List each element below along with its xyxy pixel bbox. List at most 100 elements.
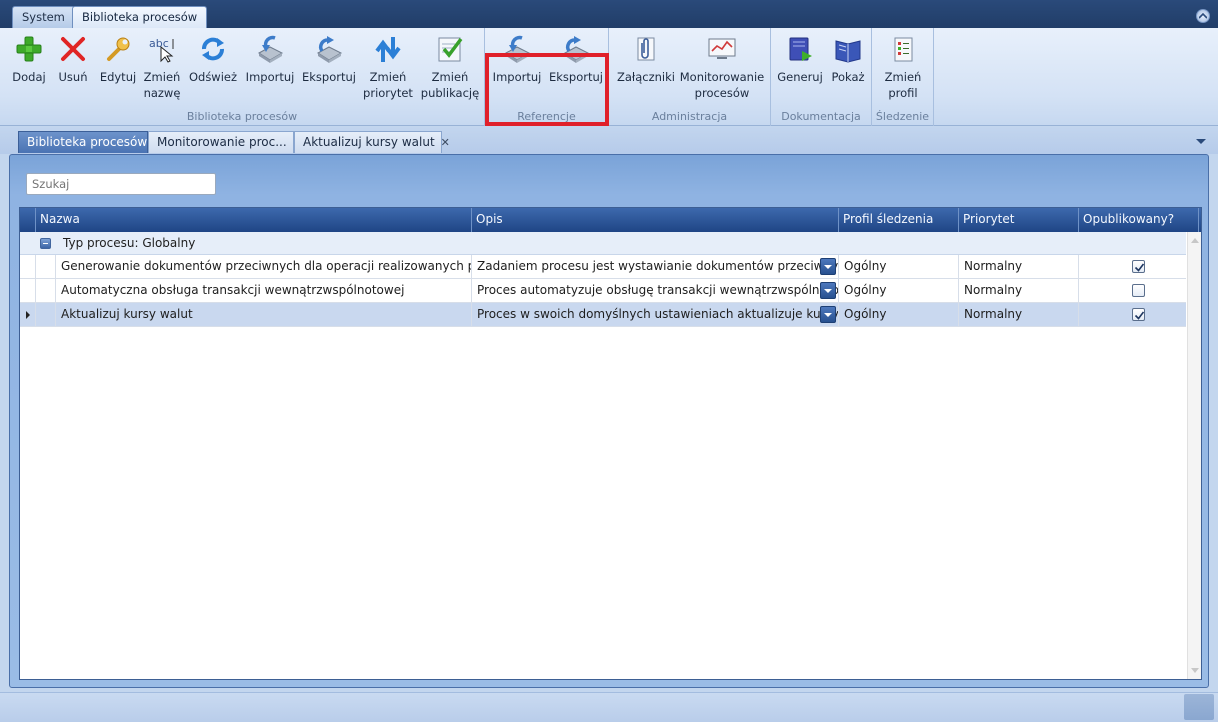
edit-button-label: Edytuj bbox=[99, 70, 137, 84]
add-button-label: Dodaj bbox=[12, 70, 46, 84]
doc-tab-process-monitoring[interactable]: Monitorowanie proc...✕ bbox=[148, 131, 302, 153]
svg-text:abc: abc bbox=[149, 37, 169, 50]
cell-tracking-profile: Ogólny bbox=[839, 303, 959, 327]
checkmark-icon bbox=[1134, 263, 1145, 272]
process-monitoring-button-label: Monitorowanie procesów bbox=[679, 70, 765, 100]
column-header-tracking-profile[interactable]: Profil śledzenia bbox=[839, 208, 959, 232]
grid-header: Nazwa Opis Profil śledzenia Priorytet Op… bbox=[20, 208, 1201, 232]
app-tab-bar: System Biblioteka procesów bbox=[0, 0, 1218, 29]
row-selector[interactable] bbox=[20, 303, 36, 327]
ribbon-group-label: Dokumentacja bbox=[781, 110, 861, 123]
attachments-button-label: Załączniki bbox=[617, 70, 675, 84]
export-button-label: Eksportuj bbox=[302, 70, 356, 84]
process-grid: Nazwa Opis Profil śledzenia Priorytet Op… bbox=[19, 207, 1202, 680]
row-selector[interactable] bbox=[20, 255, 36, 279]
rename-button[interactable]: abc Zmień nazwę bbox=[141, 31, 183, 107]
group-row: Typ procesu: Globalny bbox=[20, 232, 1186, 255]
refresh-button-label: Odśwież bbox=[188, 70, 238, 84]
published-checkbox[interactable] bbox=[1132, 284, 1145, 297]
cell-priority: Normalny bbox=[959, 303, 1079, 327]
column-header-priority[interactable]: Priorytet bbox=[959, 208, 1079, 232]
chevron-up-icon bbox=[1199, 13, 1207, 19]
wrench-icon bbox=[107, 37, 130, 61]
rename-button-label: Zmień nazwę bbox=[143, 70, 181, 100]
current-row-arrow-icon bbox=[26, 311, 30, 319]
scroll-up-icon[interactable] bbox=[1191, 238, 1199, 243]
search-input[interactable] bbox=[26, 173, 216, 195]
description-dropdown-button[interactable] bbox=[820, 282, 836, 299]
doc-tab-label: Biblioteka procesów bbox=[27, 135, 148, 149]
cell-published bbox=[1079, 303, 1186, 327]
change-profile-button[interactable]: Zmień profil bbox=[880, 31, 926, 107]
import-icon bbox=[258, 35, 284, 63]
app-tab-system[interactable]: System bbox=[12, 6, 75, 28]
publish-check-icon bbox=[438, 37, 463, 62]
refresh-button[interactable]: Odśwież bbox=[188, 31, 238, 107]
column-header-published[interactable]: Opublikowany? bbox=[1079, 208, 1199, 232]
change-priority-button[interactable]: Zmień priorytet bbox=[362, 31, 414, 107]
show-button[interactable]: Pokaż bbox=[827, 31, 869, 107]
cell-name: Generowanie dokumentów przeciwnych dla o… bbox=[56, 255, 472, 279]
cell-name: Automatyczna obsługa transakcji wewnątrz… bbox=[56, 279, 472, 303]
process-monitoring-button[interactable]: Monitorowanie procesów bbox=[677, 31, 767, 107]
description-dropdown-button[interactable] bbox=[820, 258, 836, 275]
cell-description: Zadaniem procesu jest wystawianie dokume… bbox=[472, 255, 839, 279]
cell-description: Proces w swoich domyślnych ustawieniach … bbox=[472, 303, 839, 327]
generate-button[interactable]: Generuj bbox=[777, 31, 823, 107]
table-row[interactable]: Generowanie dokumentów przeciwnych dla o… bbox=[20, 255, 1186, 279]
delete-button-label: Usuń bbox=[58, 70, 88, 84]
published-checkbox[interactable] bbox=[1132, 308, 1145, 321]
edit-button[interactable]: Edytuj bbox=[96, 31, 140, 107]
cell-tracking-profile: Ogólny bbox=[839, 279, 959, 303]
header-row-selector bbox=[20, 208, 36, 232]
published-checkbox[interactable] bbox=[1132, 260, 1145, 273]
doc-tab-process-library[interactable]: Biblioteka procesów bbox=[18, 131, 148, 153]
cell-published bbox=[1079, 279, 1186, 303]
ribbon-group-process-library: Dodaj Usuń Edytuj abc Zmień nazwę Odświe… bbox=[0, 28, 485, 126]
monitor-chart-icon bbox=[708, 38, 736, 59]
cell-name: Aktualizuj kursy walut bbox=[56, 303, 472, 327]
rename-abc-icon: abc bbox=[149, 37, 174, 63]
description-dropdown-button[interactable] bbox=[820, 306, 836, 323]
resize-grip[interactable] bbox=[1184, 694, 1214, 720]
ribbon-group-tracking: Zmień profil Śledzenie bbox=[872, 28, 934, 126]
row-selector[interactable] bbox=[20, 279, 36, 303]
cell-description: Proces automatyzuje obsługę transakcji w… bbox=[472, 279, 839, 303]
cell-description-text: Proces automatyzuje obsługę transakcji w… bbox=[477, 283, 839, 297]
cell-description-text: Proces w swoich domyślnych ustawieniach … bbox=[477, 307, 839, 321]
delete-x-icon bbox=[61, 37, 85, 61]
attachments-button[interactable]: Załączniki bbox=[617, 31, 675, 107]
close-icon[interactable]: ✕ bbox=[441, 136, 450, 149]
scroll-down-icon[interactable] bbox=[1191, 668, 1199, 673]
cell-priority: Normalny bbox=[959, 255, 1079, 279]
cell-description-text: Zadaniem procesu jest wystawianie dokume… bbox=[477, 259, 839, 273]
content-panel: Nazwa Opis Profil śledzenia Priorytet Op… bbox=[9, 154, 1209, 688]
ribbon-group-documentation: Generuj Pokaż Dokumentacja bbox=[771, 28, 872, 126]
tabs-dropdown-icon[interactable] bbox=[1196, 139, 1206, 144]
export-button[interactable]: Eksportuj bbox=[301, 31, 357, 107]
open-book-icon bbox=[835, 40, 861, 63]
group-label: Typ procesu: Globalny bbox=[63, 236, 196, 250]
ribbon-group-administration: Załączniki Monitorowanie procesów Admini… bbox=[609, 28, 771, 126]
ribbon: Dodaj Usuń Edytuj abc Zmień nazwę Odświe… bbox=[0, 28, 1218, 126]
column-header-name[interactable]: Nazwa bbox=[36, 208, 472, 232]
change-publication-button-label: Zmień publikację bbox=[420, 70, 480, 100]
ribbon-group-label: Administracja bbox=[651, 110, 728, 123]
collapse-ribbon-button[interactable] bbox=[1196, 9, 1210, 23]
export-icon bbox=[317, 36, 343, 63]
collapse-group-icon[interactable] bbox=[40, 238, 51, 249]
change-publication-button[interactable]: Zmień publikację bbox=[419, 31, 481, 107]
delete-button[interactable]: Usuń bbox=[53, 31, 93, 107]
table-row[interactable]: Automatyczna obsługa transakcji wewnątrz… bbox=[20, 279, 1186, 303]
cell-published bbox=[1079, 255, 1186, 279]
doc-tab-update-exchange-rates[interactable]: Aktualizuj kursy walut ✕ bbox=[294, 131, 450, 153]
import-button[interactable]: Importuj bbox=[244, 31, 296, 107]
table-row[interactable]: Aktualizuj kursy walut Proces w swoich d… bbox=[20, 303, 1186, 327]
vertical-scrollbar[interactable] bbox=[1187, 232, 1201, 679]
column-header-description[interactable]: Opis bbox=[472, 208, 839, 232]
row-indent bbox=[36, 279, 56, 303]
app-tab-process-library[interactable]: Biblioteka procesów bbox=[72, 6, 208, 29]
add-button[interactable]: Dodaj bbox=[8, 31, 50, 107]
cell-tracking-profile: Ogólny bbox=[839, 255, 959, 279]
references-highlight-box bbox=[485, 53, 609, 126]
